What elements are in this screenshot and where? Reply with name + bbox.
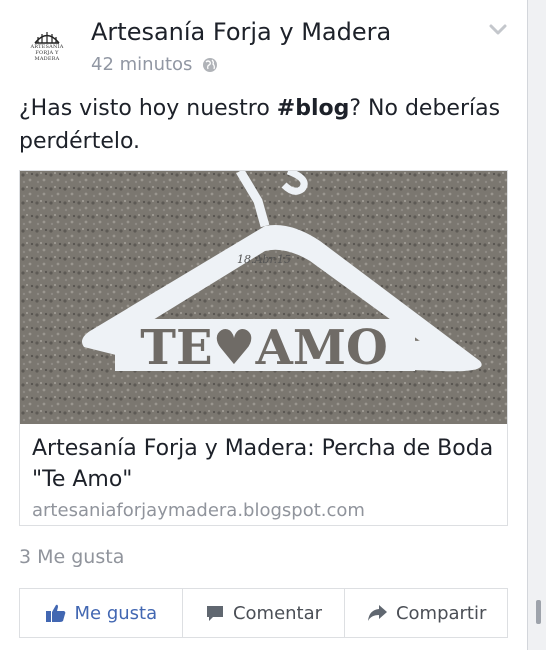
share-label: Compartir (395, 602, 487, 624)
scrollbar-track[interactable] (527, 0, 546, 650)
hashtag-link[interactable]: #blog (277, 96, 350, 121)
link-image[interactable]: 18.Abr.15 TE♥AMO (20, 171, 507, 424)
logo-line-2: FORJA Y MADERA (34, 50, 60, 62)
image-date-text: 18.Abr.15 (237, 253, 291, 266)
like-label: Me gusta (74, 602, 158, 624)
image-main-text: TE♥AMO (140, 320, 388, 376)
hanger-image: 18.Abr.15 TE♥AMO (20, 171, 507, 424)
action-bar: Me gusta Comentar Compartir (19, 588, 508, 638)
thumbs-up-icon (45, 604, 65, 622)
chevron-down-icon[interactable] (486, 18, 510, 42)
comment-icon (206, 606, 223, 621)
post-time[interactable]: 42 minutos (91, 54, 192, 75)
share-icon (367, 605, 387, 621)
post-text: ¿Has visto hoy nuestro #blog? No debería… (19, 92, 514, 158)
comment-button[interactable]: Comentar (183, 589, 346, 637)
globe-icon (203, 57, 218, 72)
comment-label: Comentar (232, 602, 323, 624)
share-button[interactable]: Compartir (345, 589, 507, 637)
logo-icon (34, 32, 60, 44)
scrollbar-thumb[interactable] (536, 600, 541, 624)
page-avatar[interactable]: ARTESANÍA FORJA Y MADERA (26, 30, 68, 64)
post-card: ARTESANÍA FORJA Y MADERA Artesanía Forja… (0, 0, 527, 650)
likes-count[interactable]: 3 Me gusta (19, 546, 124, 568)
author-name[interactable]: Artesanía Forja y Madera (91, 18, 391, 46)
like-button[interactable]: Me gusta (20, 589, 183, 637)
post-text-part: ¿Has visto hoy nuestro (19, 96, 277, 121)
link-title[interactable]: Artesanía Forja y Madera: Percha de Boda… (32, 433, 502, 495)
link-domain: artesaniaforjaymadera.blogspot.com (32, 500, 365, 521)
link-preview[interactable]: 18.Abr.15 TE♥AMO Artesanía Forja y Mader… (19, 170, 508, 526)
post-meta: 42 minutos (91, 54, 218, 75)
